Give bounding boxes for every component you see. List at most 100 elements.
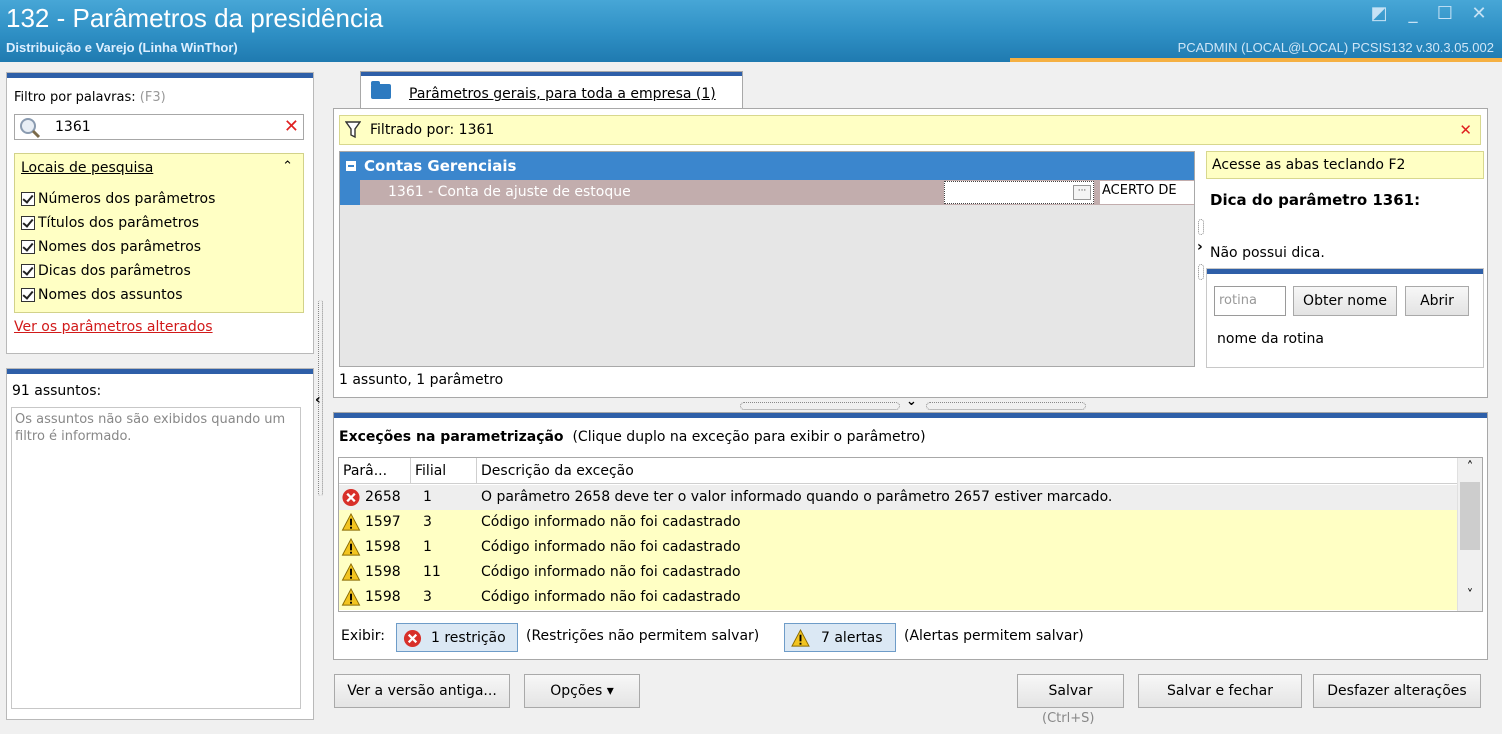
options-button[interactable]: Opções ▾ [524, 674, 640, 708]
exceptions-panel: Exceções na parametrização (Clique duplo… [333, 412, 1488, 660]
collapse-icon[interactable]: ⌃ [282, 159, 293, 174]
table-row[interactable]: 1598 11 Código informado não foi cadastr… [339, 560, 1459, 585]
exceptions-table: Parâ... Filial Descrição da exceção 2658… [338, 457, 1483, 612]
close-button[interactable]: ✕ [1466, 4, 1492, 24]
row-indicator [340, 180, 360, 205]
restriction-toggle-button[interactable]: 1 restrição [396, 623, 518, 652]
table-row[interactable]: 1598 1 Código informado não foi cadastra… [339, 535, 1459, 560]
collapse-down-icon[interactable]: ⌄ [906, 394, 917, 409]
subjects-list[interactable]: Os assuntos não são exibidos quando um f… [11, 407, 301, 709]
minimize-button[interactable]: _ [1400, 4, 1426, 24]
access-tip: Acesse as abas teclando F2 [1206, 151, 1484, 179]
expand-right-icon[interactable]: › [1197, 239, 1203, 255]
warning-icon [341, 588, 361, 606]
cell-filial: 1 [423, 489, 432, 505]
table-row[interactable]: 1598 3 Código informado não foi cadastra… [339, 585, 1459, 610]
filter-funnel-icon [345, 121, 361, 139]
search-input[interactable]: 1361 ✕ [14, 114, 304, 140]
checkbox-dicas[interactable]: Dicas dos parâmetros [21, 260, 191, 282]
collapse-left-icon[interactable]: ‹ [315, 392, 321, 408]
cell-filial: 1 [423, 539, 432, 555]
restriction-label: 1 restrição [431, 630, 506, 646]
routine-panel: rotina Obter nome Abrir nome da rotina [1206, 268, 1484, 368]
vertical-scrollbar[interactable]: ˄ ˅ [1457, 458, 1482, 611]
splitter-grip[interactable] [740, 402, 900, 410]
cell-param: 1598 [365, 589, 401, 605]
ellipsis-button[interactable]: ··· [1073, 185, 1091, 200]
old-version-button[interactable]: Ver a versão antiga... [334, 674, 510, 708]
splitter-grip[interactable] [1198, 264, 1204, 280]
tab-label: Parâmetros gerais, para toda a empresa (… [409, 86, 716, 102]
warning-icon [341, 538, 361, 556]
warning-icon [791, 629, 810, 647]
horizontal-splitter[interactable]: ⌄ [740, 394, 1086, 412]
checkbox-label: Números dos parâmetros [38, 191, 216, 207]
parameters-grid: Contas Gerenciais 1361 - Conta de ajuste… [339, 151, 1195, 367]
clear-search-icon[interactable]: ✕ [284, 116, 299, 137]
hint-title: Dica do parâmetro 1361: [1210, 191, 1421, 209]
undo-changes-button[interactable]: Desfazer alterações [1313, 674, 1481, 708]
cell-description: Código informado não foi cadastrado [481, 514, 741, 530]
table-row[interactable]: 1597 3 Código informado não foi cadastra… [339, 510, 1459, 535]
parameter-value-input[interactable]: ··· [944, 181, 1094, 204]
save-close-button[interactable]: Salvar e fechar [1138, 674, 1302, 708]
checkbox-nomes[interactable]: Nomes dos parâmetros [21, 236, 201, 258]
cell-description: Código informado não foi cadastrado [481, 539, 741, 555]
column-description[interactable]: Descrição da exceção [477, 458, 1459, 484]
cell-param: 1597 [365, 514, 401, 530]
cell-description: Código informado não foi cadastrado [481, 589, 741, 605]
checkbox-checked-icon[interactable] [21, 192, 35, 206]
clear-filter-icon[interactable]: ✕ [1459, 121, 1472, 139]
checkbox-label: Nomes dos assuntos [38, 287, 183, 303]
filtered-bar: Filtrado por: 1361 ✕ [339, 115, 1481, 145]
cell-filial: 3 [423, 589, 432, 605]
warning-icon [341, 513, 361, 531]
alert-note: (Alertas permitem salvar) [904, 628, 1084, 644]
subjects-panel: 91 assuntos: Os assuntos não são exibido… [6, 368, 314, 720]
checkbox-label: Dicas dos parâmetros [38, 263, 191, 279]
open-button[interactable]: Abrir [1405, 286, 1469, 316]
tab-general-parameters[interactable]: Parâmetros gerais, para toda a empresa (… [360, 71, 743, 109]
filter-panel: Filtro por palavras: (F3) 1361 ✕ Locais … [6, 72, 314, 354]
scroll-down-icon[interactable]: ˅ [1458, 588, 1482, 608]
checkbox-assuntos[interactable]: Nomes dos assuntos [21, 284, 183, 306]
alert-toggle-button[interactable]: 7 alertas [784, 623, 896, 652]
checkbox-checked-icon[interactable] [21, 264, 35, 278]
table-row[interactable]: 2658 1 O parâmetro 2658 deve ter o valor… [339, 485, 1459, 510]
checkbox-checked-icon[interactable] [21, 240, 35, 254]
routine-input[interactable]: rotina [1214, 286, 1286, 316]
checkbox-checked-icon[interactable] [21, 288, 35, 302]
cell-param: 1598 [365, 564, 401, 580]
column-filial[interactable]: Filial [411, 458, 477, 484]
cell-param: 1598 [365, 539, 401, 555]
splitter-grip[interactable] [1198, 219, 1204, 235]
search-locations: Locais de pesquisa ⌃ Números dos parâmet… [14, 153, 304, 313]
get-name-button[interactable]: Obter nome [1293, 286, 1397, 316]
panel-accent [1207, 269, 1483, 274]
checkbox-label: Títulos dos parâmetros [38, 215, 200, 231]
collapse-group-icon[interactable] [346, 161, 356, 171]
save-button[interactable]: Salvar [1017, 674, 1124, 708]
column-param[interactable]: Parâ... [339, 458, 411, 484]
cell-filial: 11 [423, 564, 441, 580]
restore-icon[interactable]: ◩ [1366, 4, 1392, 24]
checkbox-checked-icon[interactable] [21, 216, 35, 230]
scroll-thumb[interactable] [1460, 482, 1480, 550]
exceptions-title-text: Exceções na parametrização [339, 429, 564, 445]
filter-label: Filtro por palavras: (F3) [14, 90, 166, 105]
parameters-tab-body: Filtrado por: 1361 ✕ Contas Gerenciais 1… [333, 108, 1488, 398]
maximize-button[interactable]: ☐ [1432, 4, 1458, 24]
changed-parameters-link[interactable]: Ver os parâmetros alterados [14, 319, 213, 335]
parameter-row[interactable]: 1361 - Conta de ajuste de estoque ··· AC… [340, 180, 1194, 205]
group-row[interactable]: Contas Gerenciais [340, 152, 1194, 180]
warning-icon [341, 563, 361, 581]
vertical-splitter[interactable]: ‹ [315, 300, 325, 496]
checkbox-numeros[interactable]: Números dos parâmetros [21, 188, 215, 210]
search-value: 1361 [55, 119, 91, 135]
splitter-grip[interactable] [926, 402, 1086, 410]
exceptions-subtitle: (Clique duplo na exceção para exibir o p… [572, 429, 926, 445]
cell-param: 2658 [365, 489, 401, 505]
checkbox-titulos[interactable]: Títulos dos parâmetros [21, 212, 199, 234]
scroll-up-icon[interactable]: ˄ [1458, 460, 1482, 480]
panel-accent [7, 73, 313, 78]
